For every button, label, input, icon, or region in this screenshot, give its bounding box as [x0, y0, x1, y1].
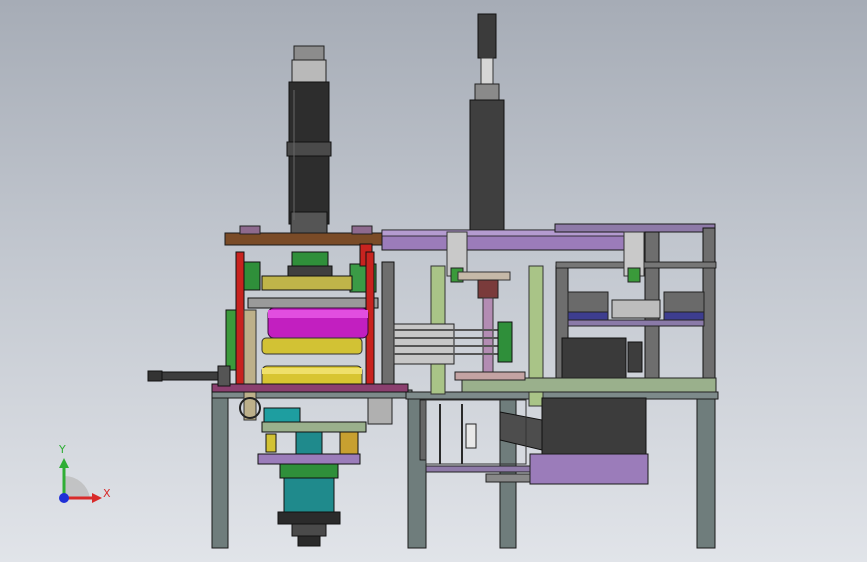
left-vertical-cylinder [286, 45, 332, 235]
x-axis-label: X [103, 487, 111, 500]
z-axis-dot [59, 493, 69, 503]
dark-housing [499, 337, 649, 485]
right-vertical-cylinder [469, 13, 505, 231]
y-axis-label: Y [59, 443, 66, 456]
rod-bundle [393, 321, 513, 365]
lower-motor [239, 397, 393, 547]
horizontal-actuator [147, 365, 231, 387]
cad-viewport[interactable]: Y X [0, 0, 867, 562]
machine-assembly-model[interactable] [0, 0, 867, 562]
axis-triad [59, 458, 102, 503]
right-modules [567, 291, 705, 327]
